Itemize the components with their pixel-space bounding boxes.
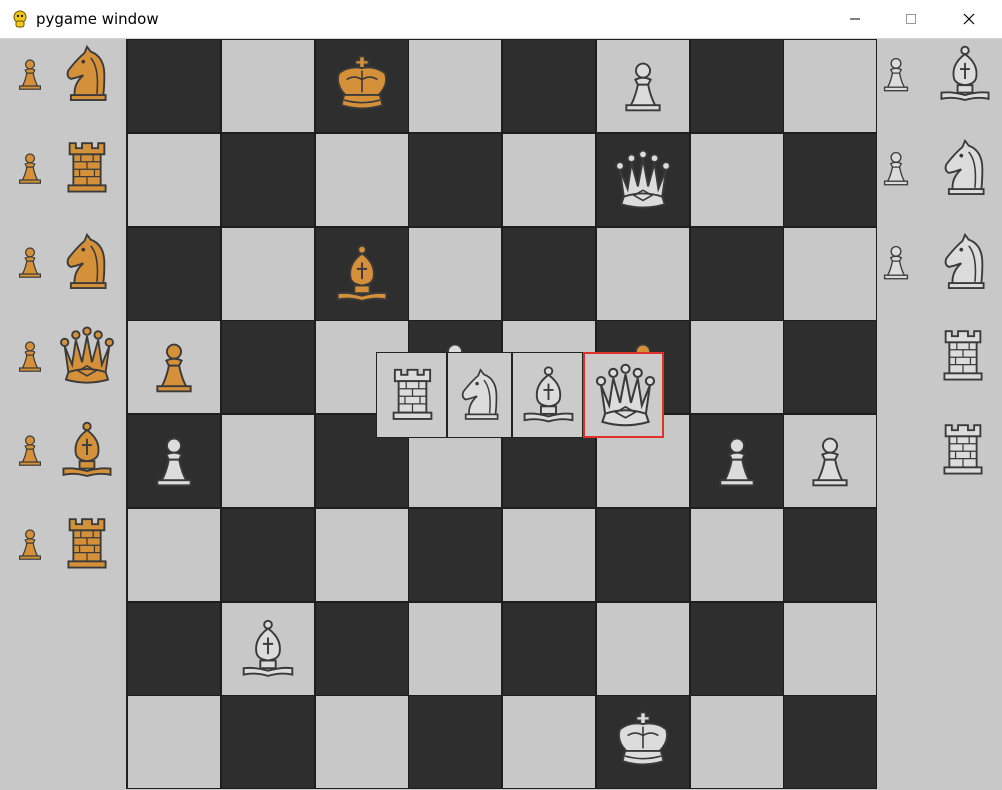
square-h8[interactable] bbox=[783, 39, 878, 133]
square-h6[interactable] bbox=[783, 226, 878, 321]
square-b7[interactable] bbox=[220, 132, 315, 227]
captured-black-rook bbox=[56, 135, 118, 201]
square-c7[interactable] bbox=[314, 132, 409, 227]
close-button[interactable] bbox=[946, 0, 992, 38]
white-pawn-piece bbox=[611, 53, 675, 119]
captured-black-pawn bbox=[10, 323, 50, 389]
square-e8[interactable] bbox=[502, 39, 596, 133]
square-g3[interactable] bbox=[689, 507, 784, 602]
white-rook-icon bbox=[381, 361, 444, 429]
square-a3[interactable] bbox=[127, 507, 221, 602]
square-d7[interactable] bbox=[408, 132, 503, 227]
square-a6[interactable] bbox=[127, 226, 221, 321]
square-b8[interactable] bbox=[220, 39, 315, 133]
square-g2[interactable] bbox=[689, 601, 784, 696]
square-h2[interactable] bbox=[783, 601, 878, 696]
captured-black-queen bbox=[56, 323, 118, 389]
square-d3[interactable] bbox=[408, 507, 503, 602]
square-a2[interactable] bbox=[127, 601, 221, 696]
title-bar: pygame window bbox=[0, 0, 1002, 39]
square-h7[interactable] bbox=[783, 132, 878, 227]
white-pawn-piece bbox=[798, 428, 862, 494]
square-a8[interactable] bbox=[127, 39, 221, 133]
square-e7[interactable] bbox=[502, 132, 596, 227]
square-g6[interactable] bbox=[689, 226, 784, 321]
black-bishop-piece bbox=[330, 241, 394, 307]
captured-black-pawn bbox=[10, 41, 50, 107]
square-g7[interactable] bbox=[689, 132, 784, 227]
captured-white-pawn bbox=[874, 135, 918, 201]
captured-black-pawn bbox=[10, 229, 50, 295]
square-a7[interactable] bbox=[127, 132, 221, 227]
captured-black-pawn bbox=[10, 135, 50, 201]
square-g8[interactable] bbox=[689, 39, 784, 133]
maximize-icon bbox=[906, 14, 916, 24]
captured-black-bishop bbox=[56, 417, 118, 483]
promote-queen-option[interactable] bbox=[583, 352, 664, 438]
promote-bishop-option[interactable] bbox=[512, 352, 583, 438]
promotion-picker[interactable] bbox=[376, 352, 664, 438]
captured-black-rook bbox=[56, 511, 118, 577]
square-b6[interactable] bbox=[220, 226, 315, 321]
white-bishop-icon bbox=[517, 361, 580, 429]
white-queen-piece bbox=[611, 147, 675, 213]
minimize-icon bbox=[850, 18, 860, 20]
square-b5[interactable] bbox=[220, 320, 315, 415]
black-king-piece bbox=[330, 53, 394, 119]
square-c1[interactable] bbox=[314, 695, 409, 790]
maximize-button[interactable] bbox=[888, 0, 934, 38]
square-h5[interactable] bbox=[783, 320, 878, 415]
square-e3[interactable] bbox=[502, 507, 596, 602]
white-pawn-piece bbox=[142, 428, 206, 494]
white-knight-icon bbox=[452, 361, 509, 429]
square-f2[interactable] bbox=[595, 601, 690, 696]
square-d8[interactable] bbox=[408, 39, 503, 133]
square-f3[interactable] bbox=[595, 507, 690, 602]
square-a1[interactable] bbox=[127, 695, 221, 790]
promote-knight-option[interactable] bbox=[447, 352, 512, 438]
square-h1[interactable] bbox=[783, 695, 878, 790]
window-title: pygame window bbox=[36, 10, 159, 28]
captured-white-pawn bbox=[874, 229, 918, 295]
captured-white-knight bbox=[934, 135, 996, 201]
square-g1[interactable] bbox=[689, 695, 784, 790]
square-g5[interactable] bbox=[689, 320, 784, 415]
square-b4[interactable] bbox=[220, 414, 315, 508]
captured-black-knight bbox=[56, 41, 118, 107]
captured-white-bishop bbox=[934, 41, 996, 107]
square-d1[interactable] bbox=[408, 695, 503, 790]
square-e2[interactable] bbox=[502, 601, 596, 696]
square-d6[interactable] bbox=[408, 226, 503, 321]
square-e6[interactable] bbox=[502, 226, 596, 321]
black-pawn-piece bbox=[142, 334, 206, 400]
square-h3[interactable] bbox=[783, 507, 878, 602]
square-c3[interactable] bbox=[314, 507, 409, 602]
captured-white-rook bbox=[932, 323, 994, 389]
captured-black-pawn bbox=[10, 511, 50, 577]
pygame-snake-icon bbox=[10, 9, 30, 29]
square-e1[interactable] bbox=[502, 695, 596, 790]
captured-white-rook bbox=[932, 417, 994, 483]
game-canvas bbox=[0, 39, 1002, 790]
square-d2[interactable] bbox=[408, 601, 503, 696]
captured-black-knight bbox=[56, 229, 118, 295]
captured-white-pawn bbox=[874, 41, 918, 107]
white-queen-icon bbox=[589, 362, 662, 430]
close-icon bbox=[963, 13, 975, 25]
promote-rook-option[interactable] bbox=[376, 352, 447, 438]
white-king-piece bbox=[611, 709, 675, 775]
captured-black-pawn bbox=[10, 417, 50, 483]
white-bishop-piece bbox=[236, 616, 300, 682]
square-b1[interactable] bbox=[220, 695, 315, 790]
square-f6[interactable] bbox=[595, 226, 690, 321]
square-b3[interactable] bbox=[220, 507, 315, 602]
white-pawn-piece bbox=[705, 428, 769, 494]
square-c2[interactable] bbox=[314, 601, 409, 696]
captured-white-knight bbox=[934, 229, 996, 295]
minimize-button[interactable] bbox=[832, 0, 878, 38]
